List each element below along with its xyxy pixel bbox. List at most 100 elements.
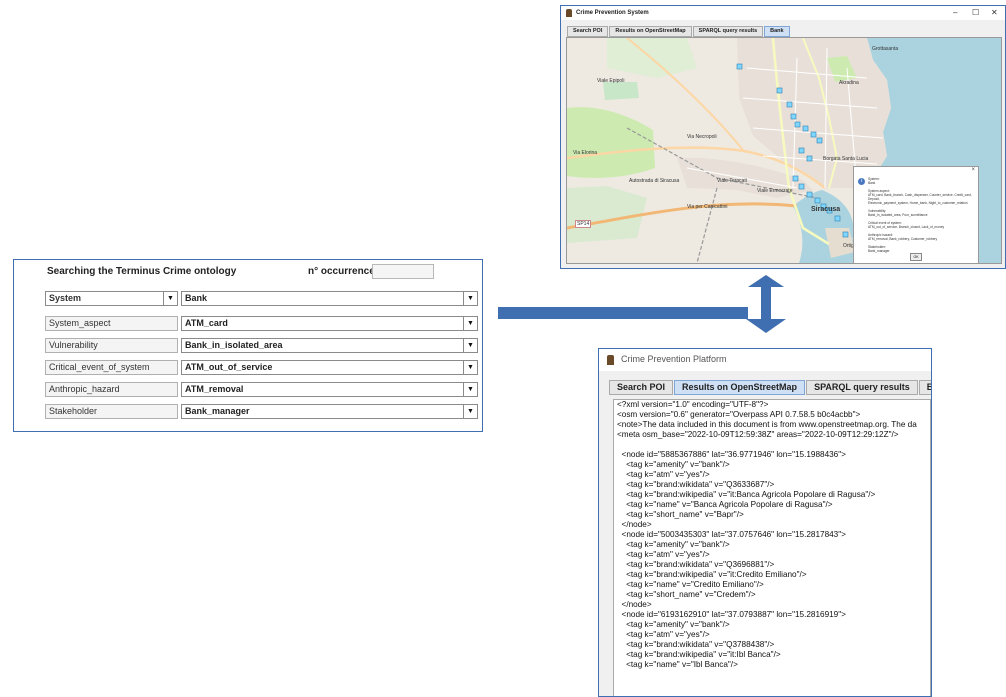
panel-header: Searching the Terminus Crime ontology — [47, 266, 237, 277]
xml-line: <node id="5003435303" lat="37.0757646" l… — [617, 530, 846, 539]
xml-line: <tag k="short_name" v="Bapr"/> — [617, 510, 744, 519]
occurrences-label: n° occurrences — [308, 266, 381, 277]
xml-line: <tag k="name" v="Credito Emiliano"/> — [617, 580, 764, 589]
tab-sparql-results[interactable]: SPARQL query results — [806, 380, 918, 395]
stakeholder-label-box: Stakeholder — [45, 404, 178, 419]
critical-event-value: ATM_out_of_service — [185, 362, 273, 372]
map-label: SP14 — [575, 220, 592, 228]
xml-line: <tag k="atm" v="yes"/> — [617, 630, 710, 639]
xml-results-textarea[interactable]: <?xml version="1.0" encoding="UTF-8"?> <o… — [613, 399, 931, 696]
xml-line: <tag k="brand:wikipedia" v="it:Credito E… — [617, 570, 807, 579]
xml-line: <tag k="amenity" v="bank"/> — [617, 540, 730, 549]
info-icon: i — [858, 178, 865, 185]
map-label: Borgata Santa Lucia — [823, 156, 869, 162]
vulnerability-label: Vulnerability — [49, 340, 98, 350]
system-value: Bank — [185, 293, 208, 303]
stakeholder-value: Bank_manager — [185, 406, 250, 416]
chevron-down-icon[interactable]: ▼ — [463, 339, 477, 352]
anthropic-hazard-label-box: Anthropic_hazard — [45, 382, 178, 397]
vulnerability-value: Bank_in_isolated_area — [185, 340, 283, 350]
system-class-dropdown[interactable]: System ▼ — [45, 291, 178, 306]
xml-line: <tag k="brand:wikidata" v="Q3788438"/> — [617, 640, 775, 649]
vulnerability-dropdown[interactable]: Bank_in_isolated_area ▼ — [181, 338, 478, 353]
tab-search-poi[interactable]: Search POI — [609, 380, 674, 395]
xml-line: <node id="5885367886" lat="36.9771946" l… — [617, 450, 846, 459]
anthropic-hazard-label: Anthropic_hazard — [49, 384, 120, 394]
tab-bank[interactable]: Bank — [918, 380, 931, 395]
xml-line: <tag k="atm" v="yes"/> — [617, 550, 710, 559]
tab-results-osm[interactable]: Results on OpenStreetMap — [609, 26, 692, 37]
occurrences-field[interactable] — [372, 264, 434, 279]
maximize-button[interactable]: ☐ — [972, 6, 979, 20]
tab-search-poi[interactable]: Search POI — [567, 26, 609, 37]
xml-window-tabs: Search POI Results on OpenStreetMap SPARQL… — [609, 380, 931, 395]
chevron-down-icon[interactable]: ▼ — [463, 292, 477, 305]
xml-line: <tag k="atm" v="yes"/> — [617, 470, 710, 479]
map-window-titlebar: Crime Prevention System – ☐ ✕ — [561, 6, 1005, 20]
xml-line: <?xml version="1.0" encoding="UTF-8"?> — [617, 400, 769, 409]
map-label: Viale Epipoli — [597, 78, 625, 84]
xml-line: <tag k="name" v="Banca Agricola Popolare… — [617, 500, 833, 509]
ontology-search-panel: Searching the Terminus Crime ontology n°… — [13, 259, 483, 432]
xml-line: <tag k="brand:wikidata" v="Q3633687"/> — [617, 480, 775, 489]
critical-event-label: Critical_event_of_system — [49, 362, 150, 372]
ok-button[interactable]: OK — [910, 253, 922, 261]
xml-line: <osm version="0.6" generator="Overpass A… — [617, 410, 861, 419]
minimize-button[interactable]: – — [953, 6, 957, 20]
map-window-title: Crime Prevention System — [576, 10, 649, 16]
tab-results-osm[interactable]: Results on OpenStreetMap — [674, 380, 806, 395]
xml-line: <tag k="amenity" v="bank"/> — [617, 460, 730, 469]
connector-arrow-vertical — [761, 285, 771, 319]
system-aspect-label: System_aspect — [49, 318, 111, 328]
xml-line: <tag k="brand:wikipedia" v="it:Banca Agr… — [617, 490, 876, 499]
chevron-down-icon[interactable]: ▼ — [163, 292, 177, 305]
tab-sparql-results[interactable]: SPARQL query results — [692, 26, 764, 37]
xml-line: <tag k="amenity" v="bank"/> — [617, 620, 730, 629]
bank-info-dialog: × i System: Bank System aspect: ATM_card… — [853, 166, 979, 263]
system-class-label: System — [49, 293, 82, 303]
field-area — [603, 82, 639, 100]
system-aspect-dropdown[interactable]: ATM_card ▼ — [181, 316, 478, 331]
vulnerability-label-box: Vulnerability — [45, 338, 178, 353]
map-label: Via Necropoli — [687, 134, 717, 140]
app-icon — [566, 9, 572, 17]
xml-window-title: Crime Prevention Platform — [621, 354, 727, 364]
connector-arrow-horizontal — [498, 307, 748, 319]
bank-info-text: System: Bank System aspect: ATM_card, Ba… — [868, 177, 972, 253]
xml-line: <node id="6193162910" lat="37.0793887" l… — [617, 610, 846, 619]
xml-line: <note>The data included in this document… — [617, 420, 917, 429]
xml-line — [614, 440, 930, 450]
xml-line: <tag k="name" v="Ibl Banca"/> — [617, 660, 738, 669]
map-label: Viale Teracati — [717, 178, 747, 184]
chevron-down-icon[interactable]: ▼ — [463, 361, 477, 374]
xml-line: </node> — [617, 600, 652, 609]
map-label: Akradina — [839, 80, 859, 86]
stakeholder-label: Stakeholder — [49, 406, 98, 416]
system-aspect-label-box: System_aspect — [45, 316, 178, 331]
system-aspect-value: ATM_card — [185, 318, 228, 328]
critical-event-dropdown[interactable]: ATM_out_of_service ▼ — [181, 360, 478, 375]
map-window: Crime Prevention System – ☐ ✕ Search POI… — [560, 5, 1006, 269]
arrow-down-icon — [746, 319, 786, 333]
xml-window-titlebar: Crime Prevention Platform — [599, 349, 931, 371]
xml-window: Crime Prevention Platform Search POI Resu… — [598, 348, 932, 697]
map-label: Grottasanta — [872, 46, 899, 52]
system-value-dropdown[interactable]: Bank ▼ — [181, 291, 478, 306]
stakeholder-dropdown[interactable]: Bank_manager ▼ — [181, 404, 478, 419]
map-window-tabs: Search POI Results on OpenStreetMap SPARQL… — [567, 26, 791, 37]
xml-line: <tag k="brand:wikipedia" v="it:Ibl Banca… — [617, 650, 781, 659]
anthropic-hazard-dropdown[interactable]: ATM_removal ▼ — [181, 382, 478, 397]
critical-event-label-box: Critical_event_of_system — [45, 360, 178, 375]
chevron-down-icon[interactable]: ▼ — [463, 405, 477, 418]
map-view[interactable]: Grottasanta Akradina Borgata Santa Lucia… — [566, 37, 1002, 264]
tab-bank[interactable]: Bank — [764, 26, 790, 37]
close-button[interactable]: ✕ — [991, 6, 998, 20]
xml-line: </node> — [617, 520, 652, 529]
map-label: Autostrada di Siracusa — [629, 178, 680, 184]
chevron-down-icon[interactable]: ▼ — [463, 317, 477, 330]
anthropic-hazard-value: ATM_removal — [185, 384, 244, 394]
close-icon[interactable]: × — [971, 167, 975, 173]
xml-line: <tag k="brand:wikidata" v="Q3696881"/> — [617, 560, 775, 569]
map-label: Viale Ermocrate — [757, 188, 793, 194]
chevron-down-icon[interactable]: ▼ — [463, 383, 477, 396]
